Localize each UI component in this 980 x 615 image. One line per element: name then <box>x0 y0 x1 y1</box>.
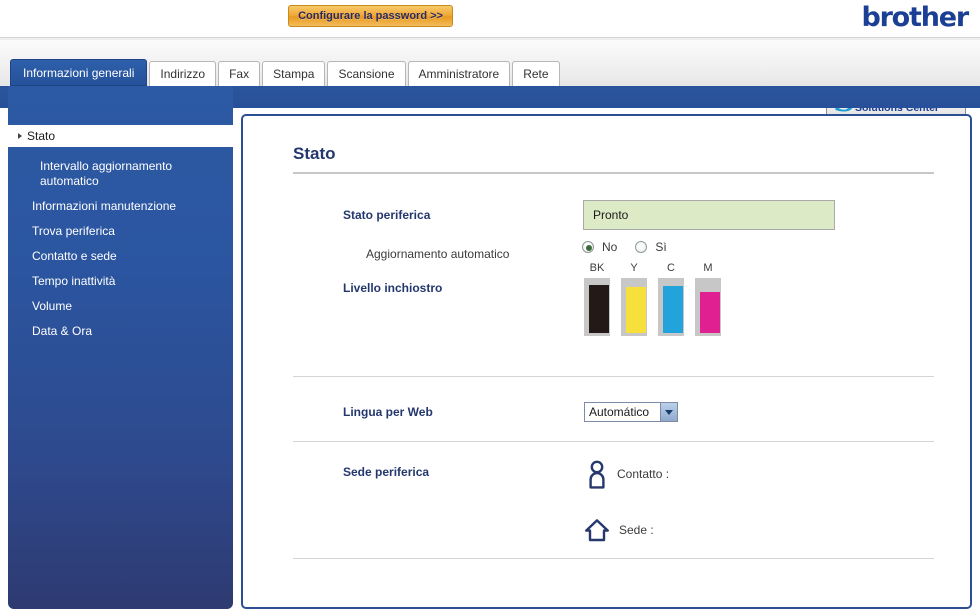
ink-label-y: Y <box>630 262 638 274</box>
sidebar-item-volume[interactable]: Volume <box>8 294 233 319</box>
sidebar: Stato Intervallo aggiornamento automatic… <box>8 86 233 609</box>
web-language-value: Automático <box>589 405 650 419</box>
ink-label-bk: BK <box>589 262 605 274</box>
tab-fax[interactable]: Fax <box>218 61 261 86</box>
auto-refresh-radio-no[interactable] <box>582 241 594 253</box>
sidebar-item-informazioni-manutenzione[interactable]: Informazioni manutenzione <box>8 194 233 219</box>
device-status-value: Pronto <box>583 200 835 230</box>
auto-refresh-option-label: Sì <box>655 240 667 254</box>
tab-amministratore[interactable]: Amministratore <box>407 61 511 86</box>
location-row: Sede : <box>583 516 654 544</box>
ink-level-label: Livello inchiostro <box>343 281 443 295</box>
sidebar-item-contatto-e-sede[interactable]: Contatto e sede <box>8 244 233 269</box>
ink-label-m: M <box>703 262 713 274</box>
ink-fill-bk <box>589 285 609 333</box>
tab-indirizzo[interactable]: Indirizzo <box>149 61 217 86</box>
tab-scansione[interactable]: Scansione <box>327 61 406 86</box>
web-language-label: Lingua per Web <box>343 405 433 419</box>
ink-fill-m <box>700 292 720 333</box>
location-label: Sede : <box>619 523 654 537</box>
ink-tank-c <box>658 278 684 336</box>
sidebar-item-intervallo-aggiornamento-automatico[interactable]: Intervallo aggiornamento automatico <box>8 154 188 194</box>
sidebar-item-trova-periferica[interactable]: Trova periferica <box>8 219 233 244</box>
ink-gauge-bk: BK <box>584 262 610 336</box>
ink-tank-bk <box>584 278 610 336</box>
ink-tank-m <box>695 278 721 336</box>
device-location-label: Sede periferica <box>343 465 430 479</box>
ink-gauge-m: M <box>695 262 721 336</box>
section-divider-3 <box>293 558 934 559</box>
top-bar: Configurare la password >> brother <box>0 0 980 38</box>
page-title: Stato <box>293 144 336 163</box>
ink-level-gauges: BK Y C M <box>584 262 721 336</box>
device-status-label: Stato periferica <box>343 208 431 222</box>
auto-refresh-label: Aggiornamento automatico <box>366 247 510 261</box>
tab-strip: Informazioni generali Indirizzo Fax Stampa S… <box>0 40 980 118</box>
ink-gauge-c: C <box>658 262 684 336</box>
browser-page: Configurare la password >> brother Infor… <box>0 0 980 615</box>
sidebar-item-data-ora[interactable]: Data & Ora <box>8 319 233 344</box>
sidebar-item-tempo-inattivit[interactable]: Tempo inattività <box>8 269 233 294</box>
ink-fill-c <box>663 286 683 333</box>
sidebar-menu: Intervallo aggiornamento automatico Infor… <box>8 154 233 344</box>
title-divider <box>293 172 934 174</box>
brother-logo: brother <box>861 2 969 33</box>
section-divider-2 <box>293 441 934 442</box>
sidebar-item-stato[interactable]: Stato <box>8 125 233 147</box>
ink-gauge-y: Y <box>621 262 647 336</box>
chevron-right-icon <box>18 133 22 139</box>
tab-list: Informazioni generali Indirizzo Fax Stampa S… <box>10 59 560 86</box>
home-icon <box>585 519 609 542</box>
tab-rete[interactable]: Rete <box>512 61 560 86</box>
web-language-select[interactable]: Automático <box>584 402 678 422</box>
tab-informazioni-generali[interactable]: Informazioni generali <box>10 59 148 86</box>
chevron-down-icon[interactable] <box>660 403 677 421</box>
configure-password-button[interactable]: Configurare la password >> <box>288 5 453 27</box>
tab-stampa[interactable]: Stampa <box>262 61 326 86</box>
ink-tank-y <box>621 278 647 336</box>
contact-label: Contatto : <box>617 467 670 481</box>
contact-row: Contatto : <box>585 459 669 489</box>
auto-refresh-radio-sì[interactable] <box>635 241 648 253</box>
person-icon <box>589 460 605 489</box>
content-panel: Stato Stato periferica Pronto Aggiorname… <box>241 114 972 609</box>
ink-fill-y <box>626 287 646 333</box>
ink-label-c: C <box>667 262 675 274</box>
auto-refresh-radio-group: No Sì <box>582 240 677 254</box>
sidebar-active-label: Stato <box>27 129 56 143</box>
section-divider-1 <box>293 376 934 377</box>
auto-refresh-option-label: No <box>602 240 618 254</box>
